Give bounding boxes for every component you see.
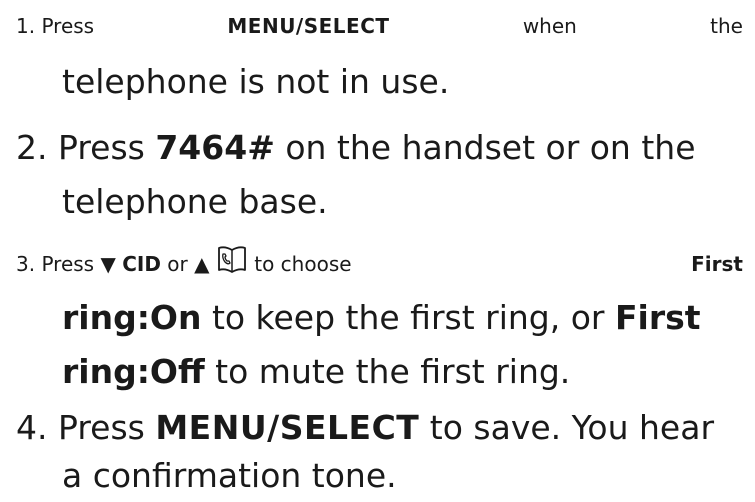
step-text: on the handset or on the (274, 128, 696, 167)
step-number: 1. (16, 14, 36, 38)
step-1-lead: 1. Press (16, 6, 94, 46)
step-text: to keep the first ring, or (201, 298, 615, 337)
cid-key: CID (122, 252, 161, 276)
step-number: 2. (16, 128, 48, 167)
step-text: Press (41, 252, 101, 276)
step-1-line-2: telephone is not in use. (62, 62, 449, 102)
code-7464: 7464# (155, 128, 275, 167)
option-first: First (691, 252, 743, 276)
option-first-ring-off: ring:Off (62, 352, 205, 391)
step-text: or (160, 252, 195, 276)
step-text: to mute the first ring. (204, 352, 571, 391)
step-4-line-2: a confirmation tone. (62, 456, 397, 496)
step-text: Press (58, 408, 156, 447)
phonebook-icon (216, 244, 248, 274)
option-first-ring-on: ring:On (62, 298, 202, 337)
step-1-line-1: 1. Press MENU/SELECT when the (16, 6, 743, 46)
down-arrow-icon: ▼ (100, 252, 116, 276)
step-text: to choose (254, 252, 352, 276)
step-3-line-3: ring:Off to mute the first ring. (62, 352, 570, 392)
step-text: to save. You hear (419, 408, 715, 447)
menu-select-key: MENU/SELECT (227, 14, 390, 38)
step-text: telephone base. (62, 182, 328, 221)
step-number: 3. (16, 252, 36, 276)
step-text: a confirmation tone. (62, 456, 397, 495)
menu-select-key: MENU/SELECT (155, 408, 420, 447)
step-text: the (710, 14, 743, 38)
step-4-line-1: 4. Press MENU/SELECT to save. You hear (16, 408, 714, 448)
step-text: Press (58, 128, 156, 167)
option-first: First (614, 298, 701, 337)
step-3-line-1: 3. Press ▼ CID or ▲ to choose First (16, 244, 743, 284)
instructions-page: 1. Press MENU/SELECT when the telephone … (0, 0, 755, 502)
step-2-line-2: telephone base. (62, 182, 328, 222)
step-2-line-1: 2. Press 7464# on the handset or on the (16, 128, 696, 168)
step-3-line-2: ring:On to keep the first ring, or First (62, 298, 701, 338)
step-number: 4. (16, 408, 48, 447)
step-3-lead: 3. Press ▼ CID or ▲ to choose (16, 244, 352, 284)
step-text: when (522, 14, 577, 38)
step-text: telephone is not in use. (62, 62, 450, 101)
step-text: Press (41, 14, 95, 38)
up-arrow-icon: ▲ (194, 252, 210, 276)
